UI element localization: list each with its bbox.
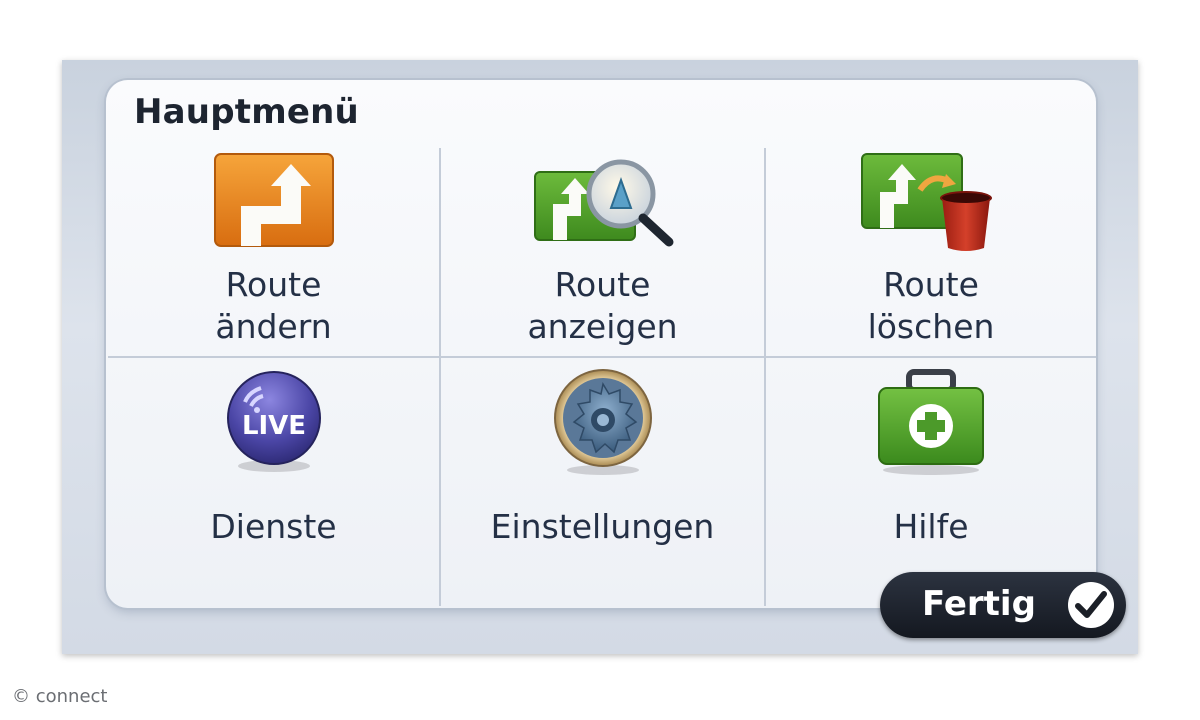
help-first-aid-icon xyxy=(851,366,1011,476)
menu-item-route-change[interactable]: Route ändern xyxy=(108,148,441,358)
route-change-icon xyxy=(194,150,354,254)
done-button-label: Fertig xyxy=(922,584,1036,624)
done-button[interactable]: Fertig xyxy=(880,572,1126,638)
menu-item-label: Hilfe xyxy=(893,507,969,546)
route-view-icon xyxy=(523,150,683,254)
copyright-watermark: © connect xyxy=(12,686,108,707)
settings-gear-icon xyxy=(523,366,683,476)
menu-item-route-delete[interactable]: Route löschen xyxy=(766,148,1096,358)
menu-item-label: Route anzeigen xyxy=(527,265,678,346)
menu-item-label: Route ändern xyxy=(215,265,332,346)
menu-item-help[interactable]: Hilfe xyxy=(766,358,1096,606)
route-delete-icon xyxy=(851,150,1011,254)
menu-item-label: Route löschen xyxy=(867,265,995,346)
menu-item-services[interactable]: LIVE Dienste xyxy=(108,358,441,606)
menu-grid: Route ändern Route anzeigen Route lösche… xyxy=(108,148,1096,606)
menu-item-route-view[interactable]: Route anzeigen xyxy=(441,148,766,358)
live-services-icon: LIVE xyxy=(194,366,354,476)
menu-item-label: Dienste xyxy=(210,507,337,546)
checkmark-icon xyxy=(1068,582,1114,628)
menu-item-label: Einstellungen xyxy=(490,507,715,546)
menu-item-settings[interactable]: Einstellungen xyxy=(441,358,766,606)
page-title: Hauptmenü xyxy=(134,92,359,132)
live-badge-text: LIVE xyxy=(241,411,305,441)
